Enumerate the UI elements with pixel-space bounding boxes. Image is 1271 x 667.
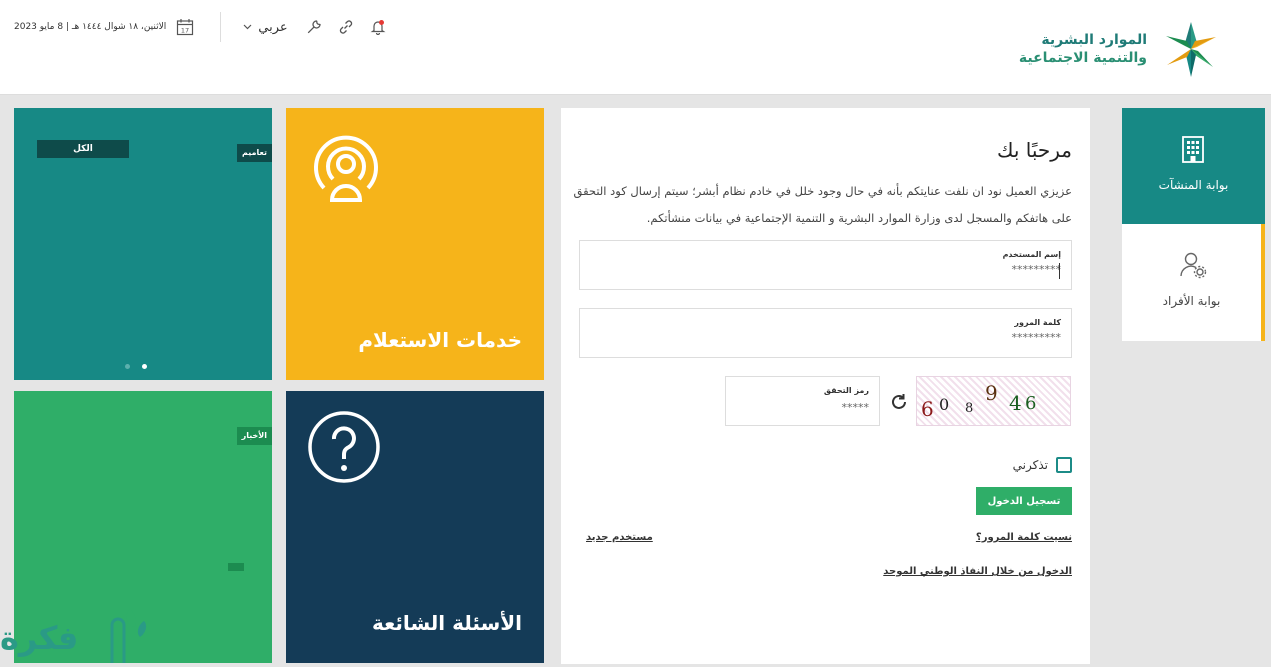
username-label: إسم المستخدم (1002, 250, 1061, 259)
user-gear-icon (1180, 252, 1207, 279)
link-icon[interactable] (338, 19, 354, 35)
login-button[interactable]: تسجيل الدخول (976, 487, 1072, 515)
watermark: فكرة (0, 605, 160, 667)
header-divider (220, 12, 222, 42)
captcha-char: 0 (939, 395, 950, 414)
faq-tile[interactable]: الأسئلة الشائعة (286, 391, 544, 663)
header-tools: الاثنين، ١٨ شوال ١٤٤٤ هـ | 8 مايو 2023 1… (14, 12, 402, 42)
logo-line2: والتنمية الاجتماعية (1018, 50, 1147, 66)
captcha-char: 4 (1009, 391, 1022, 415)
broadcast-user-icon (314, 135, 378, 202)
captcha-char: 9 (985, 381, 998, 405)
establishments-portal-label: بوابة المنشآت (1158, 178, 1229, 192)
captcha-field[interactable]: رمز التحقق (725, 376, 880, 426)
question-circle-icon (308, 411, 380, 483)
remember-me[interactable]: تذكرني (1013, 457, 1072, 473)
carousel-dots (125, 364, 147, 369)
forgot-password-link[interactable]: نسيت كلمة المرور؟ (976, 532, 1072, 543)
star-logo-icon (1166, 22, 1216, 77)
news-indicator (228, 563, 244, 571)
captcha-label: رمز التحقق (823, 386, 869, 395)
carousel-dot[interactable] (125, 364, 130, 369)
username-input[interactable] (761, 263, 1061, 276)
individuals-portal-tab[interactable]: بوابة الأفراد (1122, 224, 1265, 341)
ministry-logo[interactable]: الموارد البشرية والتنمية الاجتماعية (1019, 20, 1227, 78)
intro-text: عزيزي العميل نود ان نلفت عنايتكم بأنه في… (573, 184, 1073, 225)
welcome-heading: مرحبًا بك (996, 138, 1072, 162)
refresh-captcha-icon[interactable] (889, 392, 909, 412)
remember-label: تذكرني (1012, 458, 1048, 472)
captcha-input[interactable] (749, 401, 869, 414)
language-selector[interactable]: عربي (243, 19, 288, 35)
inquiry-services-tile[interactable]: خدمات الاستعلام (286, 108, 544, 380)
captcha-char: 6 (1025, 393, 1037, 414)
individuals-portal-label: بوابة الأفراد (1162, 294, 1221, 308)
captcha-char: 6 (921, 397, 934, 421)
captcha-image: 6 0 8 9 4 6 (916, 376, 1071, 426)
username-field[interactable]: إسم المستخدم (579, 240, 1072, 290)
header-date: الاثنين، ١٨ شوال ١٤٤٤ هـ | 8 مايو 2023 (14, 22, 167, 32)
establishments-portal-tab[interactable]: بوابة المنشآت (1122, 108, 1265, 224)
tab-all[interactable]: الكل (37, 140, 129, 158)
inquiry-services-title: خدمات الاستعلام (358, 328, 522, 352)
language-label: عربي (258, 19, 288, 35)
remember-checkbox[interactable] (1056, 457, 1072, 473)
password-input[interactable] (761, 331, 1061, 344)
password-field[interactable]: كلمة المرور (579, 308, 1072, 358)
captcha-char: 8 (965, 401, 974, 416)
leaf-logo-icon (110, 609, 147, 663)
logo-line1: الموارد البشرية (1041, 32, 1147, 48)
news-tag[interactable]: الأخبار (236, 427, 272, 445)
circulars-tag[interactable]: تعاميم (236, 144, 272, 162)
carousel-dot-active[interactable] (142, 364, 147, 369)
chevron-down-icon (243, 24, 252, 30)
calendar-day: 17 (181, 27, 189, 35)
nafath-login-link[interactable]: الدخول من خلال النفاذ الوطني الموحد (883, 566, 1072, 577)
building-icon (1182, 136, 1204, 163)
text-caret (1059, 263, 1060, 279)
wrench-icon[interactable] (306, 19, 322, 35)
new-user-link[interactable]: مستخدم جديد (586, 532, 653, 543)
top-header: الموارد البشرية والتنمية الاجتماعية الاث… (0, 0, 1271, 95)
watermark-text: فكرة (0, 619, 79, 657)
calendar-icon[interactable]: 17 (176, 18, 194, 36)
circulars-tile[interactable]: الكل تعاميم (14, 108, 272, 380)
logo-text: الموارد البشرية والتنمية الاجتماعية (1019, 31, 1147, 67)
login-panel: مرحبًا بك عزيزي العميل نود ان نلفت عنايت… (561, 108, 1090, 664)
password-label: كلمة المرور (1014, 318, 1061, 327)
faq-title: الأسئلة الشائعة (372, 611, 522, 635)
bell-icon[interactable] (370, 19, 386, 35)
